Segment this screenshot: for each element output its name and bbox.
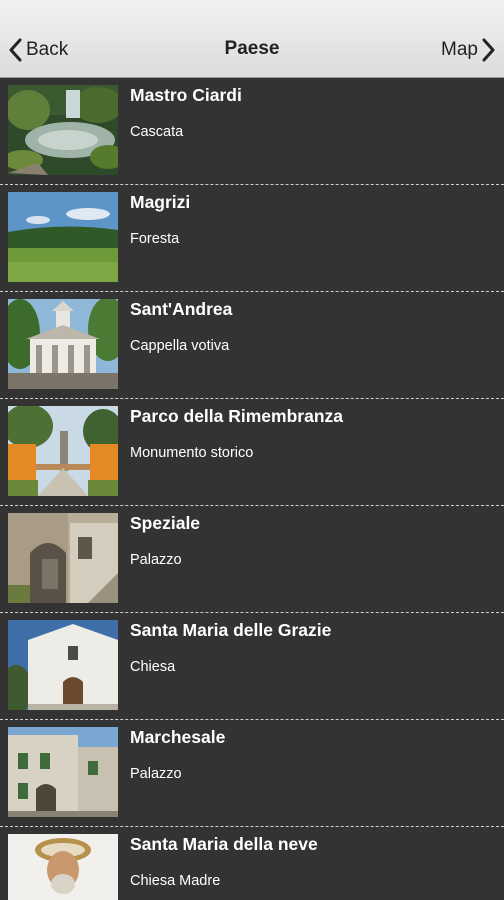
list-item[interactable]: Speziale Palazzo — [0, 506, 504, 613]
place-name: Parco della Rimembranza — [130, 406, 343, 426]
place-type: Cascata — [130, 124, 184, 140]
page-title: Paese — [224, 38, 280, 59]
place-name: Santa Maria delle Grazie — [130, 620, 332, 640]
map-button-label: Map — [441, 39, 478, 60]
place-name: Magrizi — [130, 192, 191, 212]
place-type: Chiesa — [130, 659, 176, 675]
chevron-right-icon — [482, 38, 496, 62]
saint-statue-thumbnail — [8, 834, 118, 900]
place-name: Marchesale — [130, 727, 226, 747]
place-name: Speziale — [130, 513, 201, 533]
list-item[interactable]: Marchesale Palazzo — [0, 720, 504, 827]
memorial-park-thumbnail — [8, 406, 118, 496]
place-type: Foresta — [130, 231, 180, 247]
palazzo-building-thumbnail — [8, 727, 118, 817]
church-facade-thumbnail — [8, 620, 118, 710]
list-item[interactable]: Mastro Ciardi Cascata — [0, 78, 504, 185]
list-item[interactable]: Parco della Rimembranza Monumento storic… — [0, 399, 504, 506]
place-name: Sant'Andrea — [130, 299, 233, 319]
map-button[interactable]: Map — [441, 36, 496, 64]
forest-meadow-thumbnail — [8, 192, 118, 282]
place-type: Palazzo — [130, 552, 182, 568]
place-type: Palazzo — [130, 766, 182, 782]
list-item[interactable]: Magrizi Foresta — [0, 185, 504, 292]
place-name: Mastro Ciardi — [130, 85, 242, 105]
list-item[interactable]: Santa Maria della neve Chiesa Madre — [0, 827, 504, 900]
places-list: Mastro Ciardi Cascata Magrizi Foresta Sa… — [0, 78, 504, 900]
place-type: Cappella votiva — [130, 338, 230, 354]
place-type: Chiesa Madre — [130, 873, 221, 889]
palazzo-archway-thumbnail — [8, 513, 118, 603]
chapel-thumbnail — [8, 299, 118, 389]
list-item[interactable]: Sant'Andrea Cappella votiva — [0, 292, 504, 399]
place-name: Santa Maria della neve — [130, 834, 318, 854]
place-type: Monumento storico — [130, 445, 254, 461]
app-screen: Back Paese Map Mastro Ciardi Cascata Mag… — [0, 0, 504, 900]
list-item[interactable]: Santa Maria delle Grazie Chiesa — [0, 613, 504, 720]
waterfall-thumbnail — [8, 85, 118, 175]
navigation-bar: Back Paese Map — [0, 0, 504, 78]
